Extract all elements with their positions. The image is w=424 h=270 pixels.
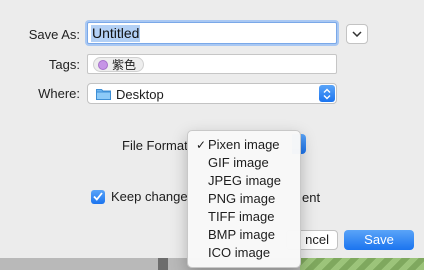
- file-format-menu[interactable]: ✓ Pixen image GIF image JPEG image PNG i…: [187, 130, 301, 268]
- menu-item-bmp[interactable]: BMP image: [188, 226, 300, 244]
- menu-item-label: TIFF image: [208, 209, 275, 224]
- expand-dialog-button[interactable]: [346, 24, 368, 44]
- menu-item-gif[interactable]: GIF image: [188, 154, 300, 172]
- menu-item-label: JPEG image: [208, 173, 281, 188]
- menu-item-label: ICO image: [208, 245, 271, 260]
- keep-changes-row[interactable]: Keep change: [91, 189, 188, 204]
- menu-item-label: GIF image: [208, 155, 269, 170]
- save-as-input[interactable]: Untitled: [87, 22, 337, 44]
- save-button[interactable]: Save: [344, 230, 414, 250]
- where-value: Desktop: [116, 87, 164, 102]
- menu-item-tiff[interactable]: TIFF image: [188, 208, 300, 226]
- tag-color-dot: [98, 59, 108, 70]
- checkmark-icon: [93, 192, 103, 201]
- folder-icon: [96, 89, 111, 100]
- keep-changes-checkbox[interactable]: [91, 189, 105, 204]
- save-as-label: Save As:: [28, 27, 80, 42]
- tag-chip[interactable]: 紫色: [93, 57, 145, 72]
- where-label: Where:: [38, 86, 80, 101]
- tags-input[interactable]: 紫色: [87, 54, 337, 74]
- filename-text: Untitled: [91, 25, 141, 42]
- background-canvas: [300, 258, 424, 270]
- tags-label: Tags:: [48, 57, 80, 72]
- tag-name: 紫色: [112, 58, 137, 72]
- chevron-down-icon: [352, 31, 362, 37]
- keep-changes-label: Keep change: [111, 189, 188, 204]
- menu-item-pixen[interactable]: ✓ Pixen image: [188, 136, 300, 154]
- menu-item-label: Pixen image: [208, 137, 280, 152]
- popup-arrows-icon: [319, 85, 335, 102]
- menu-item-ico[interactable]: ICO image: [188, 244, 300, 262]
- where-popup[interactable]: Desktop: [87, 83, 337, 104]
- menu-item-jpeg[interactable]: JPEG image: [188, 172, 300, 190]
- menu-item-png[interactable]: PNG image: [188, 190, 300, 208]
- keep-changes-label-tail: ent: [302, 190, 321, 205]
- checkmark-icon: ✓: [196, 138, 207, 152]
- background-divider: [158, 258, 168, 270]
- file-format-label: File Format: [122, 138, 188, 153]
- menu-item-label: PNG image: [208, 191, 276, 206]
- menu-item-label: BMP image: [208, 227, 275, 242]
